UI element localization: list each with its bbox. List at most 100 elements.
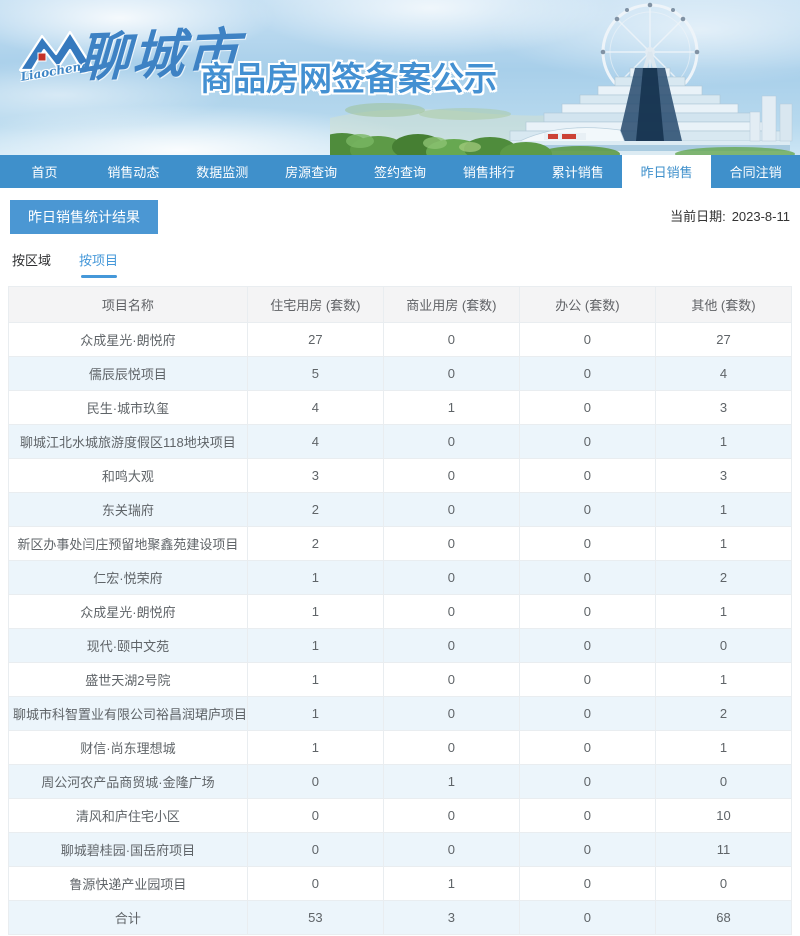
value-cell: 0 [382,594,520,629]
project-name-cell: 聊城市科智置业有限公司裕昌润珺庐项目 [8,696,248,731]
project-name-cell: 仁宏·悦荣府 [8,560,248,595]
column-header: 住宅用房 (套数) [246,286,384,323]
value-cell: 0 [382,628,520,663]
project-name-cell: 新区办事处闫庄预留地聚鑫苑建设项目 [8,526,248,561]
project-name-cell: 众成星光·朗悦府 [8,594,248,629]
nav-item-0[interactable]: 首页 [0,155,89,188]
value-cell: 27 [246,322,384,357]
nav-item-6[interactable]: 累计销售 [533,155,622,188]
value-cell: 0 [382,526,520,561]
section-title-badge: 昨日销售统计结果 [10,200,158,234]
project-name-cell: 现代·颐中文苑 [8,628,248,663]
table-row: 鲁源快递产业园项目 0 1 0 0 [8,866,793,901]
project-name-cell: 财信·尚东理想城 [8,730,248,765]
nav-item-2[interactable]: 数据监测 [178,155,267,188]
value-cell: 10 [654,798,793,833]
value-cell: 3 [654,458,793,493]
value-cell: 5 [246,356,384,391]
value-cell: 0 [518,322,656,357]
tab-0[interactable]: 按区域 [10,246,53,278]
value-cell: 3 [654,390,793,425]
project-name-cell: 鲁源快递产业园项目 [8,866,248,901]
value-cell: 0 [518,628,656,663]
tab-1[interactable]: 按项目 [77,246,120,278]
nav-item-5[interactable]: 销售排行 [444,155,533,188]
value-cell: 68 [654,900,793,935]
value-cell: 1 [246,696,384,731]
site-title: 商品房网签备案公示 [200,60,497,97]
value-cell: 0 [382,696,520,731]
value-cell: 2 [246,526,384,561]
stats-table-wrap: 项目名称 住宅用房 (套数) 商业用房 (套数) 办公 (套数) 其他 (套数) 众成星… [0,278,800,935]
value-cell: 1 [246,730,384,765]
total-row: 合计 53 3 0 68 [8,900,793,935]
nav-item-1[interactable]: 销售动态 [89,155,178,188]
project-name-cell: 周公河农产品商贸城·金隆广场 [8,764,248,799]
project-name-cell: 东关瑞府 [8,492,248,527]
value-cell: 0 [518,832,656,867]
table-row: 清风和庐住宅小区 0 0 0 10 [8,798,793,833]
value-cell: 0 [382,662,520,697]
table-row: 众成星光·朗悦府 27 0 0 27 [8,322,793,357]
value-cell: 0 [382,798,520,833]
nav-item-8[interactable]: 合同注销 [711,155,800,188]
value-cell: 2 [654,696,793,731]
nav-item-4[interactable]: 签约查询 [356,155,445,188]
value-cell: 0 [382,560,520,595]
value-cell: 0 [246,866,384,901]
table-row: 和鸣大观 3 0 0 3 [8,458,793,493]
value-cell: 1 [382,764,520,799]
value-cell: 2 [246,492,384,527]
project-name-cell: 众成星光·朗悦府 [8,322,248,357]
table-row: 儒辰辰悦项目 5 0 0 4 [8,356,793,391]
nav-item-7[interactable]: 昨日销售 [622,155,712,188]
value-cell: 0 [246,832,384,867]
current-date-label: 当前日期: [670,209,726,224]
value-cell: 0 [518,424,656,459]
table-row: 仁宏·悦荣府 1 0 0 2 [8,560,793,595]
project-name-cell: 合计 [8,900,248,935]
value-cell: 2 [654,560,793,595]
content-header: 昨日销售统计结果 当前日期: 2023-8-11 [0,188,800,246]
value-cell: 1 [654,594,793,629]
table-row: 周公河农产品商贸城·金隆广场 0 1 0 0 [8,764,793,799]
nav-item-3[interactable]: 房源查询 [267,155,356,188]
value-cell: 0 [654,866,793,901]
table-row: 盛世天湖2号院 1 0 0 1 [8,662,793,697]
table-row: 东关瑞府 2 0 0 1 [8,492,793,527]
current-date: 当前日期: 2023-8-11 [670,206,790,225]
view-tabs: 按区域 按项目 [0,246,800,278]
value-cell: 0 [246,764,384,799]
column-header: 其他 (套数) [654,286,793,323]
value-cell: 0 [518,390,656,425]
value-cell: 0 [518,526,656,561]
project-name-cell: 盛世天湖2号院 [8,662,248,697]
value-cell: 0 [382,322,520,357]
table-row: 财信·尚东理想城 1 0 0 1 [8,730,793,765]
table-row: 聊城市科智置业有限公司裕昌润珺庐项目 1 0 0 2 [8,696,793,731]
yesterday-sales-table: 项目名称 住宅用房 (套数) 商业用房 (套数) 办公 (套数) 其他 (套数) 众成星… [8,286,793,935]
column-header: 办公 (套数) [518,286,656,323]
value-cell: 0 [518,356,656,391]
value-cell: 1 [382,390,520,425]
value-cell: 0 [382,832,520,867]
project-name-cell: 清风和庐住宅小区 [8,798,248,833]
value-cell: 1 [654,526,793,561]
value-cell: 4 [246,424,384,459]
value-cell: 0 [518,764,656,799]
value-cell: 0 [518,900,656,935]
project-name-cell: 聊城江北水城旅游度假区118地块项目 [8,424,248,459]
table-header-row: 项目名称 住宅用房 (套数) 商业用房 (套数) 办公 (套数) 其他 (套数) [8,286,793,323]
table-row: 聊城江北水城旅游度假区118地块项目 4 0 0 1 [8,424,793,459]
column-header: 商业用房 (套数) [382,286,520,323]
project-name-cell: 儒辰辰悦项目 [8,356,248,391]
value-cell: 0 [654,628,793,663]
value-cell: 1 [382,866,520,901]
current-date-value: 2023-8-11 [731,209,790,224]
value-cell: 1 [246,594,384,629]
value-cell: 4 [246,390,384,425]
value-cell: 0 [382,458,520,493]
value-cell: 0 [518,662,656,697]
value-cell: 0 [382,424,520,459]
value-cell: 0 [518,492,656,527]
